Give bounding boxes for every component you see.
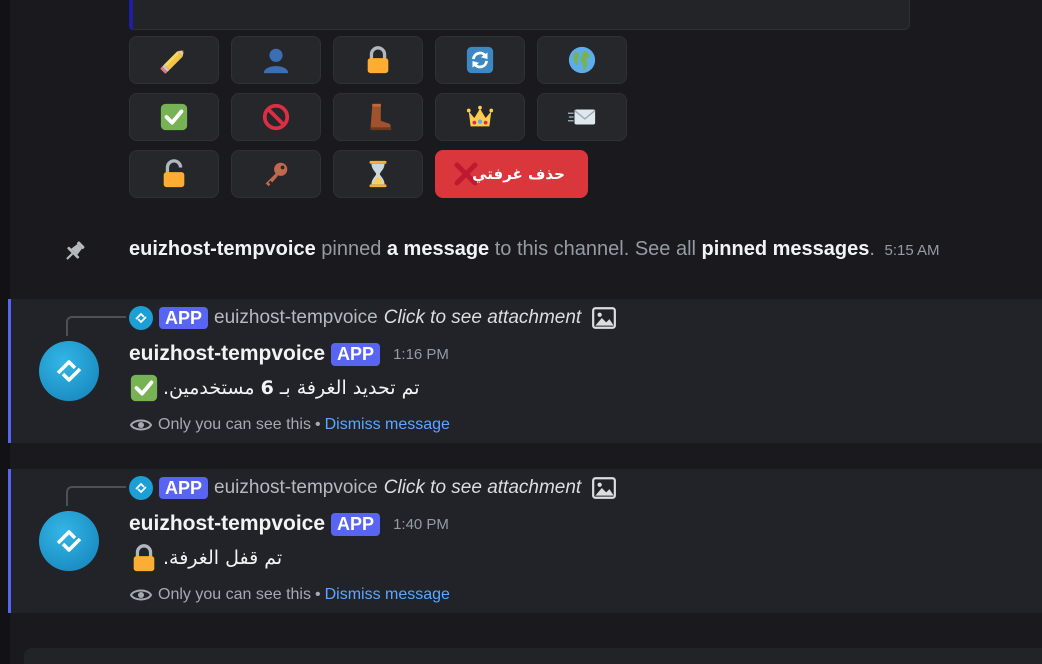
bot-logo-icon [135, 312, 147, 324]
reply-text[interactable]: Click to see attachment [384, 477, 581, 499]
slowmode-button[interactable] [333, 150, 423, 198]
message-header: euizhost-tempvoice APP 1:40 PM [129, 512, 449, 536]
claim-button[interactable] [129, 93, 219, 141]
message-accent-bar [8, 299, 11, 443]
reply-connector [66, 316, 126, 336]
avatar[interactable] [39, 511, 99, 571]
message-text-before: تم تحديد الغرفة بـ [273, 377, 420, 399]
pin-user-link[interactable]: euizhost-tempvoice [129, 238, 316, 260]
message-content: تم تحديد الغرفة بـ 6 مستخدمين. [129, 371, 420, 405]
app-badge: APP [159, 477, 209, 499]
app-badge: APP [331, 342, 381, 366]
only-you-text: Only you can see this [158, 586, 311, 603]
kick-button[interactable] [333, 93, 423, 141]
globe-button[interactable] [537, 36, 627, 84]
lock-icon [133, 544, 155, 572]
pin-middle: to this channel. See all [489, 238, 702, 260]
user-icon [263, 48, 289, 74]
pin-verb: pinned [315, 238, 387, 260]
envelope-icon [567, 109, 596, 125]
boot-icon [370, 103, 392, 131]
separator: • [314, 416, 321, 433]
message-timestamp[interactable]: 1:40 PM [393, 516, 449, 533]
author-name[interactable]: euizhost-tempvoice [129, 512, 325, 536]
reply-text[interactable]: Click to see attachment [384, 307, 581, 329]
dismiss-message-link[interactable]: Dismiss message [325, 586, 450, 604]
crown-icon [466, 105, 494, 127]
globe-icon [568, 46, 596, 74]
key-icon [265, 162, 288, 187]
bot-logo-icon [56, 530, 82, 552]
message-text: تم قفل الغرفة. [163, 547, 283, 569]
eye-icon [129, 589, 153, 601]
message-text: تم تحديد الغرفة بـ 6 مستخدمين. [163, 377, 420, 399]
app-badge: APP [159, 307, 209, 329]
check-icon [160, 103, 188, 131]
message-accent-bar [8, 469, 11, 613]
message-timestamp[interactable]: 1:16 PM [393, 346, 449, 363]
rename-button[interactable] [129, 36, 219, 84]
ephemeral-footer: Only you can see this • Dismiss message [129, 583, 450, 607]
pinned-messages-link[interactable]: pinned messages [702, 238, 870, 260]
pin-icon [66, 241, 85, 260]
bot-logo-icon [135, 482, 147, 494]
reply-preview[interactable]: APP euizhost-tempvoice Click to see atta… [129, 305, 617, 331]
reply-author[interactable]: euizhost-tempvoice [214, 307, 378, 329]
message-composer[interactable] [24, 648, 1042, 664]
message-text-after: مستخدمين. [163, 377, 261, 399]
lock-button[interactable] [333, 36, 423, 84]
pin-notice: euizhost-tempvoice pinned a message to t… [0, 232, 1042, 272]
hourglass-icon [369, 160, 387, 188]
only-you-text: Only you can see this [158, 416, 311, 433]
pencil-icon [160, 50, 184, 74]
pin-period: . [869, 238, 875, 260]
permissions-button[interactable] [231, 150, 321, 198]
ephemeral-message: APP euizhost-tempvoice Click to see atta… [8, 469, 1042, 613]
author-name[interactable]: euizhost-tempvoice [129, 342, 325, 366]
pinned-message-link[interactable]: a message [387, 238, 489, 260]
app-badge: APP [331, 512, 381, 536]
avatar[interactable] [39, 341, 99, 401]
lock-icon [367, 46, 389, 74]
user-limit-button[interactable] [231, 36, 321, 84]
block-icon [262, 103, 290, 131]
image-icon [592, 307, 617, 329]
image-icon [592, 477, 617, 499]
reply-author[interactable]: euizhost-tempvoice [214, 477, 378, 499]
refresh-icon [466, 46, 494, 74]
eye-icon [129, 419, 153, 431]
invite-button[interactable] [537, 93, 627, 141]
message-text-number: 6 [260, 377, 274, 399]
message-content: تم قفل الغرفة. [129, 541, 282, 575]
delete-room-button[interactable]: حذف غرفتي [435, 150, 588, 198]
embed-bottom: ​ [129, 0, 910, 30]
pin-text: euizhost-tempvoice pinned a message to t… [129, 238, 940, 261]
ephemeral-message: APP euizhost-tempvoice Click to see atta… [8, 299, 1042, 443]
unlock-icon [163, 159, 185, 188]
reply-avatar[interactable] [129, 476, 153, 500]
embed-accent-bar [129, 0, 133, 30]
ephemeral-footer: Only you can see this • Dismiss message [129, 413, 450, 437]
refresh-button[interactable] [435, 36, 525, 84]
bot-logo-icon [56, 360, 82, 382]
unlock-button[interactable] [129, 150, 219, 198]
transfer-owner-button[interactable] [435, 93, 525, 141]
separator: • [314, 586, 321, 603]
check-icon [130, 374, 158, 402]
dismiss-message-link[interactable]: Dismiss message [325, 416, 450, 434]
message-header: euizhost-tempvoice APP 1:16 PM [129, 342, 449, 366]
block-button[interactable] [231, 93, 321, 141]
reply-connector [66, 486, 126, 506]
reply-preview[interactable]: APP euizhost-tempvoice Click to see atta… [129, 475, 617, 501]
delete-room-label: حذف غرفتي [472, 165, 565, 183]
reply-avatar[interactable] [129, 306, 153, 330]
pin-timestamp: 5:15 AM [884, 242, 940, 259]
